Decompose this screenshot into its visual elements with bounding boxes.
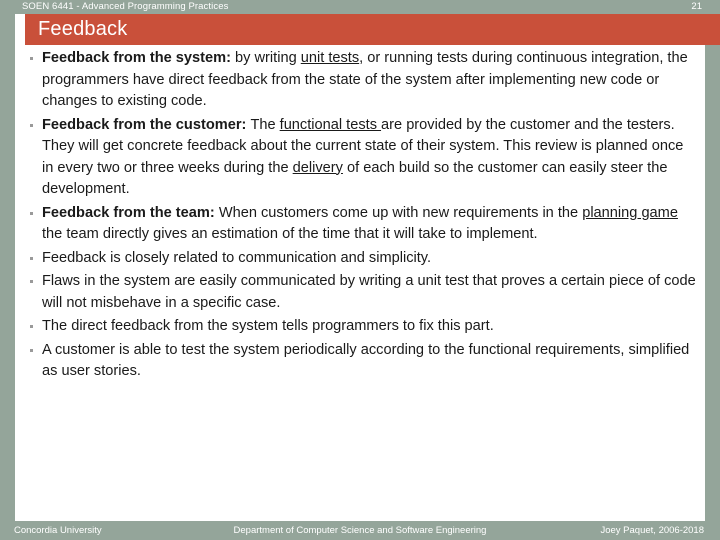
title-bar — [25, 14, 720, 45]
bullet-lead: Feedback from the customer — [42, 116, 242, 133]
bullet-text: Flaws in the system are easily communica… — [42, 273, 696, 311]
footer-author: Joey Paquet, 2006-2018 — [600, 525, 704, 536]
bullet-list: Feedback from the system: by writing uni… — [22, 48, 698, 383]
bullet-text-pre: When customers come up with new requirem… — [218, 204, 583, 221]
list-item: Feedback from the team: When customers c… — [22, 203, 698, 246]
bullet-link-secondary[interactable]: delivery — [293, 160, 343, 176]
bullet-text: The direct feedback from the system tell… — [42, 318, 494, 334]
bullet-link[interactable]: functional tests — [280, 117, 381, 133]
bullet-text-pre: by writing — [235, 50, 301, 66]
slide-body: Feedback from the system: by writing uni… — [22, 48, 698, 518]
page-number: 21 — [691, 1, 702, 12]
slide: SOEN 6441 - Advanced Programming Practic… — [0, 0, 720, 540]
slide-title: Feedback — [38, 18, 128, 40]
bullet-link[interactable]: planning game — [582, 205, 678, 221]
right-accent-strip — [705, 0, 720, 540]
bullet-link[interactable]: unit tests — [301, 50, 359, 66]
list-item: The direct feedback from the system tell… — [22, 316, 698, 338]
list-item: Feedback from the system: by writing uni… — [22, 48, 698, 113]
course-label: SOEN 6441 - Advanced Programming Practic… — [22, 1, 229, 12]
left-accent-strip — [0, 0, 15, 540]
bullet-text-post: the team directly gives an estimation of… — [42, 226, 538, 242]
list-item: Feedback is closely related to communica… — [22, 248, 698, 270]
bullet-text: A customer is able to test the system pe… — [42, 341, 690, 380]
list-item: A customer is able to test the system pe… — [22, 340, 698, 383]
bullet-lead: Feedback from the system — [42, 50, 227, 66]
bullet-text-pre: The — [250, 116, 280, 133]
list-item: Flaws in the system are easily communica… — [22, 271, 698, 314]
bullet-separator: : — [226, 50, 236, 66]
bullet-separator: : — [209, 204, 219, 221]
bullet-lead: Feedback from the team — [42, 204, 210, 221]
bullet-text: Feedback is closely related to communica… — [42, 249, 432, 266]
list-item: Feedback from the customer: The function… — [22, 115, 698, 201]
